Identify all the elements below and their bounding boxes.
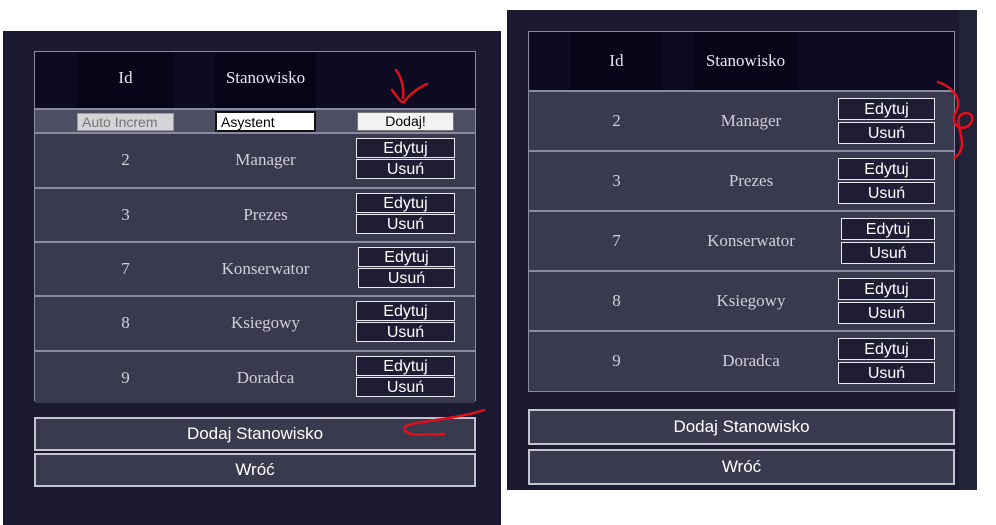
table-header: Id Stanowisko [529,32,954,90]
header-id: Id [609,51,624,70]
edytuj-button[interactable]: Edytuj [841,218,935,240]
positions-table: Id Stanowisko Dodaj! 2 Manager Edytuj Us… [34,51,476,403]
row-name: Doradca [722,351,780,370]
usun-button[interactable]: Usuń [838,302,935,324]
usun-button[interactable]: Usuń [356,377,455,397]
edytuj-button[interactable]: Edytuj [356,193,455,213]
table-row: 3 Prezes Edytuj Usuń [529,150,954,210]
row-id: 3 [612,171,621,190]
edytuj-button[interactable]: Edytuj [838,338,935,360]
dodaj-stanowisko-button[interactable]: Dodaj Stanowisko [34,417,476,451]
usun-button[interactable]: Usuń [838,182,935,204]
row-id: 2 [121,150,130,169]
row-name: Prezes [243,205,288,224]
table-row: 8 Ksiegowy Edytuj Usuń [35,295,475,350]
row-id: 9 [121,368,130,387]
usun-button[interactable]: Usuń [358,268,455,288]
table-row: 7 Konserwator Edytuj Usuń [529,210,954,270]
row-id: 7 [612,231,621,250]
row-name: Doradca [236,368,295,387]
row-name: Manager [720,111,782,130]
edytuj-button[interactable]: Edytuj [356,138,455,158]
table-row: 9 Doradca Edytuj Usuń [35,350,475,403]
edytuj-button[interactable]: Edytuj [838,278,935,300]
wroc-button[interactable]: Wróć [34,453,476,487]
row-id: 7 [121,259,130,278]
dodaj-submit-button[interactable]: Dodaj! [357,112,454,131]
dodaj-stanowisko-button[interactable]: Dodaj Stanowisko [528,409,955,445]
row-name: Prezes [728,171,774,190]
right-panel: Id Stanowisko 2 Manager Edytuj Usuń 3 Pr… [507,10,977,490]
usun-button[interactable]: Usuń [838,122,935,144]
row-name: Konserwator [221,259,310,278]
header-stanowisko: Stanowisko [705,51,786,70]
row-name: Ksiegowy [231,313,300,332]
edytuj-button[interactable]: Edytuj [838,158,935,180]
id-field-disabled [77,113,174,131]
table-row: 7 Konserwator Edytuj Usuń [35,241,475,295]
usun-button[interactable]: Usuń [356,322,455,342]
usun-button[interactable]: Usuń [356,214,455,234]
table-row: 3 Prezes Edytuj Usuń [35,187,475,241]
add-row-form: Dodaj! [35,108,475,132]
row-name: Ksiegowy [716,291,786,310]
wroc-button[interactable]: Wróć [528,449,955,485]
edytuj-button[interactable]: Edytuj [356,356,455,376]
header-id: Id [118,68,133,87]
edytuj-button[interactable]: Edytuj [838,98,935,120]
left-panel: Id Stanowisko Dodaj! 2 Manager Edytuj Us… [3,31,501,525]
stanowisko-input[interactable] [215,111,316,132]
table-row: 2 Manager Edytuj Usuń [529,90,954,150]
table-row: 8 Ksiegowy Edytuj Usuń [529,270,954,330]
table-row: 9 Doradca Edytuj Usuń [529,330,954,391]
positions-table: Id Stanowisko 2 Manager Edytuj Usuń 3 Pr… [528,31,955,392]
row-id: 8 [121,313,130,332]
usun-button[interactable]: Usuń [841,242,935,264]
edytuj-button[interactable]: Edytuj [356,301,455,321]
header-stanowisko: Stanowisko [225,68,306,87]
row-id: 8 [612,291,621,310]
panel-edge [959,10,977,490]
row-id: 9 [612,351,621,370]
row-name: Konserwator [707,231,795,250]
edytuj-button[interactable]: Edytuj [358,247,455,267]
usun-button[interactable]: Usuń [356,159,455,179]
table-row: 2 Manager Edytuj Usuń [35,132,475,187]
row-id: 3 [121,205,130,224]
row-name: Manager [235,150,296,169]
usun-button[interactable]: Usuń [838,362,935,384]
row-id: 2 [612,111,621,130]
table-header: Id Stanowisko [35,52,475,108]
